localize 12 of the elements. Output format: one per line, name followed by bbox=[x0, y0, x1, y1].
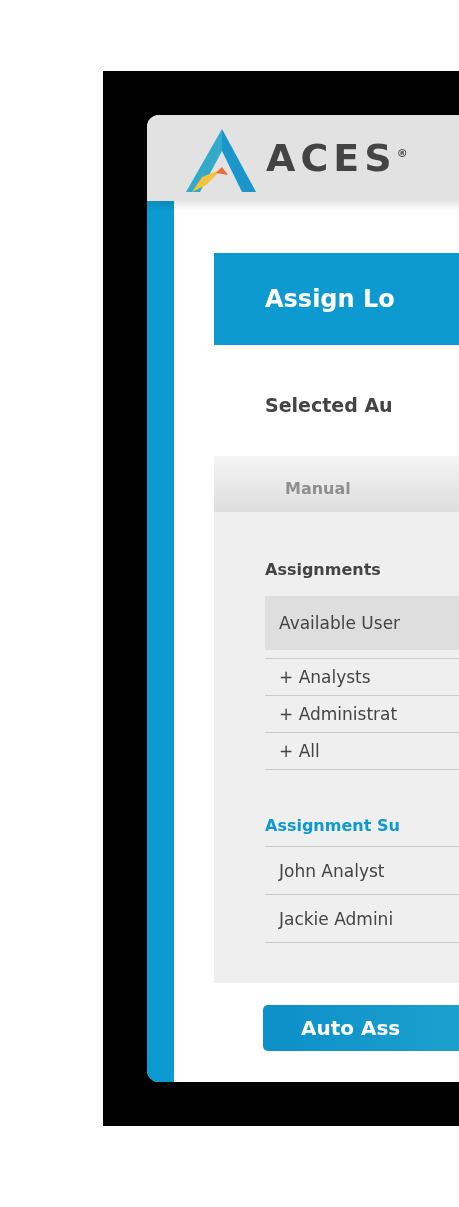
triangle-logo-icon bbox=[186, 129, 256, 193]
user-row[interactable]: John Analyst bbox=[265, 846, 459, 894]
group-row[interactable]: + Administrat bbox=[265, 695, 459, 732]
selected-label: Selected Au bbox=[265, 394, 394, 416]
summary-title: Assignment Su bbox=[265, 816, 401, 835]
section-title: Assignments bbox=[265, 560, 382, 579]
user-row[interactable]: Jackie Admini bbox=[265, 894, 459, 942]
brand-name: ACES$^{®}$ bbox=[266, 136, 408, 180]
group-row[interactable]: + All bbox=[265, 732, 459, 769]
page-title: Assign Lo bbox=[265, 285, 395, 313]
table-header: Available User bbox=[265, 596, 459, 650]
group-row[interactable]: + Analysts bbox=[265, 658, 459, 695]
